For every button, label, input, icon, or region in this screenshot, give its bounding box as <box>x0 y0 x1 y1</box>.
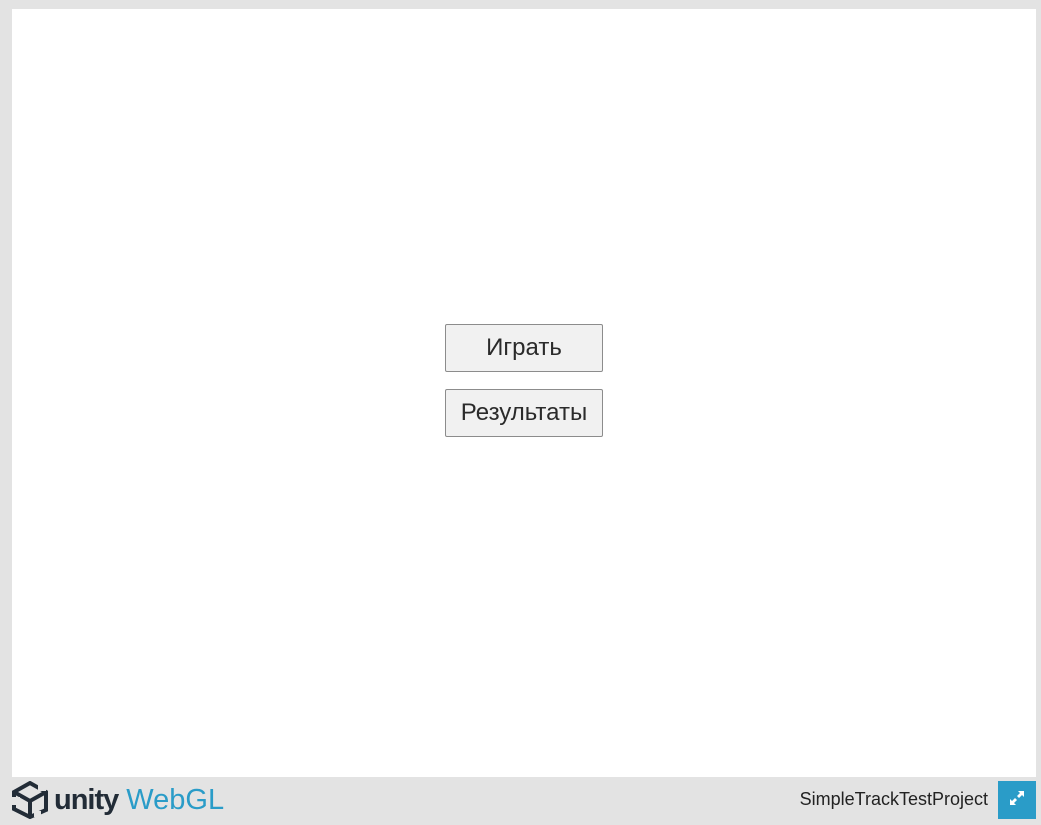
project-title: SimpleTrackTestProject <box>799 789 988 809</box>
unity-webgl-page: Играть Результаты unity WebGL SimpleTrac… <box>0 0 1041 825</box>
play-button[interactable]: Играть <box>445 324 603 372</box>
results-button[interactable]: Результаты <box>445 389 603 437</box>
unity-webgl-logo: unity WebGL <box>12 780 224 820</box>
webgl-footer: unity WebGL SimpleTrackTestProject <box>12 777 1036 821</box>
unity-logo-icon <box>12 781 48 819</box>
game-canvas[interactable]: Играть Результаты <box>12 9 1036 777</box>
logo-webgl-text: WebGL <box>126 783 225 816</box>
logo-unity-text: unity <box>54 783 119 816</box>
fullscreen-button[interactable] <box>998 781 1036 819</box>
fullscreen-icon <box>1007 788 1027 813</box>
